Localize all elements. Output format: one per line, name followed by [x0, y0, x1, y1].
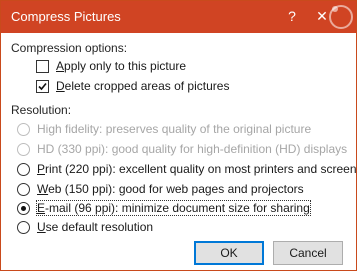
resolution-hd-radio[interactable]: HD (330 ppi): good quality for high-defi…	[17, 140, 347, 158]
radio-label: Web (150 ppi): good for web pages and pr…	[37, 182, 304, 196]
compression-options-label: Compression options:	[11, 41, 128, 55]
resolution-default-radio[interactable]: Use default resolution	[17, 218, 153, 236]
checkbox-box[interactable]	[36, 59, 49, 73]
checkbox-box[interactable]	[36, 79, 49, 93]
radio-label: HD (330 ppi): good quality for high-defi…	[37, 142, 348, 156]
radio-button[interactable]	[17, 142, 30, 156]
radio-label: Print (220 ppi): excellent quality on mo…	[37, 162, 357, 176]
checkbox-label: Delete cropped areas of pictures	[56, 79, 230, 93]
cancel-button[interactable]: Cancel	[273, 241, 343, 265]
watermark-logo-icon	[329, 5, 353, 29]
radio-button[interactable]	[17, 201, 30, 215]
radio-label: E-mail (96 ppi): minimize document size …	[36, 200, 311, 216]
resolution-email-radio[interactable]: E-mail (96 ppi): minimize document size …	[17, 199, 311, 217]
dialog-title: Compress Pictures	[11, 9, 121, 24]
radio-label: Use default resolution	[37, 220, 154, 234]
resolution-web-radio[interactable]: Web (150 ppi): good for web pages and pr…	[17, 180, 304, 198]
apply-only-to-this-picture-checkbox[interactable]: Apply only to this picture	[36, 57, 186, 75]
radio-selected-dot	[21, 205, 26, 211]
radio-label: High fidelity: preserves quality of the …	[37, 122, 312, 136]
title-bar[interactable]: Compress Pictures ? ✕	[1, 1, 356, 33]
radio-button[interactable]	[17, 220, 30, 234]
radio-button[interactable]	[17, 182, 30, 196]
help-icon[interactable]: ?	[284, 6, 300, 26]
radio-button[interactable]	[17, 162, 30, 176]
resolution-print-radio[interactable]: Print (220 ppi): excellent quality on mo…	[17, 160, 357, 178]
compress-pictures-dialog: Compress Pictures ? ✕ Compression option…	[0, 0, 357, 271]
radio-button[interactable]	[17, 122, 30, 136]
checkmark-icon	[38, 82, 47, 90]
resolution-high-fidelity-radio[interactable]: High fidelity: preserves quality of the …	[17, 120, 311, 138]
resolution-label: Resolution:	[11, 103, 72, 117]
checkbox-label: Apply only to this picture	[56, 59, 187, 73]
delete-cropped-areas-checkbox[interactable]: Delete cropped areas of pictures	[36, 77, 229, 95]
ok-button[interactable]: OK	[194, 241, 264, 265]
